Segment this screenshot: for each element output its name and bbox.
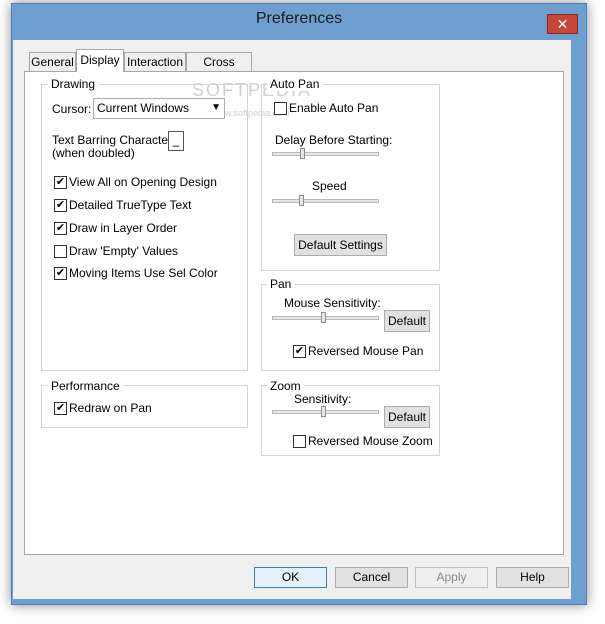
empty-values-checkbox[interactable] [54,245,67,258]
zoom-default-button[interactable]: Default [384,406,430,428]
pan-group-label: Pan [267,277,295,291]
cursor-label: Cursor: [52,102,92,116]
auto-pan-group-label: Auto Pan [267,77,323,91]
sel-color-checkbox[interactable]: ✔ [54,267,67,280]
help-button[interactable]: Help [496,567,569,588]
reversed-mouse-pan-checkbox[interactable]: ✔ [293,345,306,358]
detailed-truetype-checkbox[interactable]: ✔ [54,199,67,212]
drawing-group-label: Drawing [48,77,99,91]
empty-values-label: Draw 'Empty' Values [69,244,179,258]
zoom-group-label: Zoom [267,379,304,393]
tab-general-label: General [31,55,74,69]
detailed-truetype-label: Detailed TrueType Text [69,198,192,212]
redraw-on-pan-label: Redraw on Pan [69,401,152,415]
tab-display-label: Display [80,53,120,67]
zoom-sensitivity-slider-thumb[interactable] [321,406,327,417]
enable-auto-pan-label: Enable Auto Pan [289,101,379,115]
default-settings-button[interactable]: Default Settings [294,234,387,256]
enable-auto-pan-checkbox[interactable] [274,102,287,115]
tab-general[interactable]: General [29,52,76,71]
reversed-mouse-zoom-checkbox[interactable] [293,435,306,448]
speed-slider-thumb[interactable] [298,195,304,206]
layer-order-checkbox[interactable]: ✔ [54,222,67,235]
redraw-on-pan-checkbox[interactable]: ✔ [54,402,67,415]
close-icon: ✕ [556,16,569,32]
zoom-sensitivity-label: Sensitivity: [294,392,352,406]
cursor-select-value: Current Windows [97,101,190,115]
tab-interaction-label: Interaction [126,55,184,69]
ok-button[interactable]: OK [254,567,327,588]
cancel-button[interactable]: Cancel [335,567,408,588]
text-barring-sublabel: (when doubled) [52,146,135,160]
sel-color-label: Moving Items Use Sel Color [69,266,218,280]
reversed-mouse-zoom-label: Reversed Mouse Zoom [308,434,433,448]
layer-order-label: Draw in Layer Order [69,221,178,235]
text-barring-input[interactable]: _ [168,131,184,151]
cursor-select[interactable]: Current Windows ▼ [93,98,225,119]
text-barring-label: Text Barring Character: [52,133,176,147]
delay-slider-track[interactable] [272,152,379,156]
delay-before-starting-label: Delay Before Starting: [275,133,393,147]
close-button[interactable]: ✕ [547,14,578,34]
tab-display[interactable]: Display [76,49,124,72]
window-title: Preferences [255,10,343,27]
tab-interaction[interactable]: Interaction [124,52,186,71]
speed-label: Speed [312,179,347,193]
pan-sensitivity-slider-thumb[interactable] [321,312,327,323]
delay-slider-thumb[interactable] [299,148,305,159]
mouse-sensitivity-label: Mouse Sensitivity: [284,296,381,310]
chevron-down-icon: ▼ [211,102,221,113]
speed-slider-track[interactable] [272,199,379,203]
apply-button[interactable]: Apply [415,567,488,588]
pan-default-button[interactable]: Default [384,310,430,332]
view-all-label: View All on Opening Design [69,175,217,189]
tab-cross-probe[interactable]: Cross Probe [186,52,252,87]
performance-group-label: Performance [48,379,123,393]
reversed-mouse-pan-label: Reversed Mouse Pan [308,344,424,358]
view-all-checkbox[interactable]: ✔ [54,176,67,189]
